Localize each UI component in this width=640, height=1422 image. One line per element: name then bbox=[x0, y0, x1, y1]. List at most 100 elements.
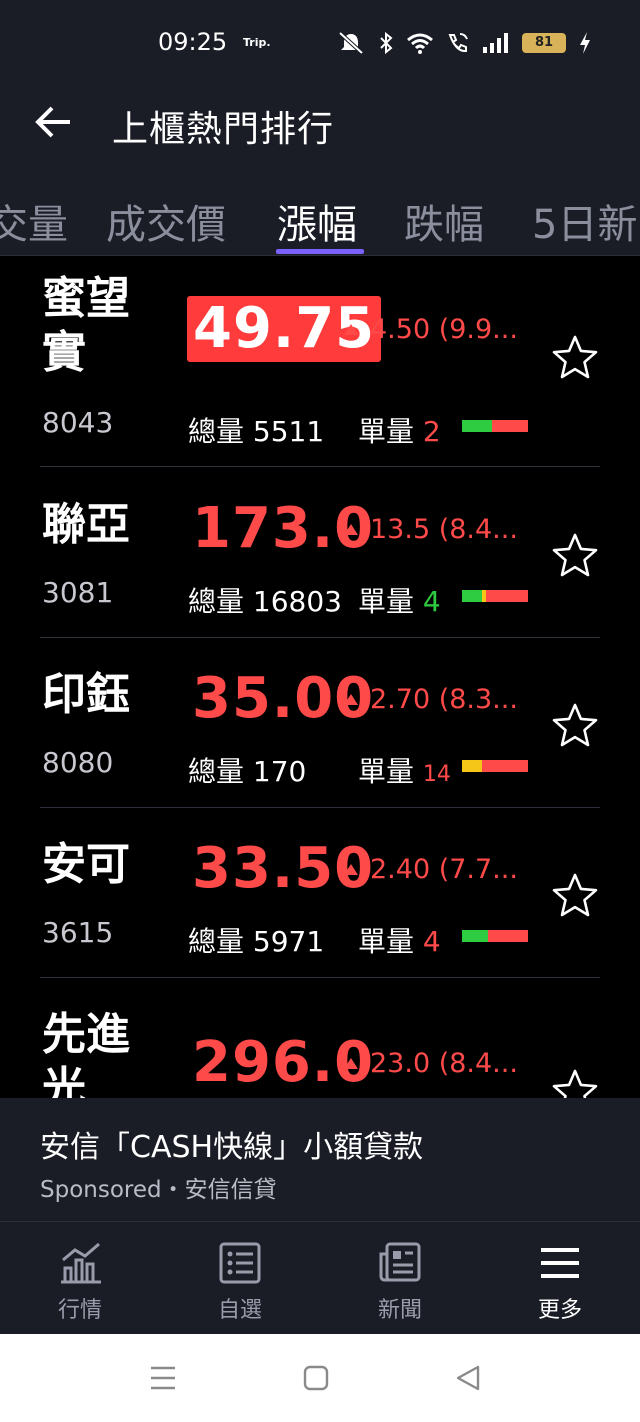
nav-watchlist[interactable]: 自選 bbox=[190, 1240, 290, 1324]
star-icon[interactable] bbox=[552, 702, 598, 748]
volume-field: 總量 170 bbox=[188, 750, 306, 790]
stock-code: 3615 bbox=[42, 916, 114, 949]
page-title: 上櫃熱門排行 bbox=[112, 109, 335, 150]
star-icon[interactable] bbox=[552, 532, 598, 578]
news-icon bbox=[379, 1242, 421, 1282]
volume-field: 總量 16803 bbox=[188, 580, 342, 620]
bar-segment bbox=[462, 760, 482, 772]
stock-row[interactable]: 聯亞 3081 173.0 13.5 (8.4... 總量 16803 單量 4 bbox=[0, 468, 640, 638]
bar-segment bbox=[462, 590, 482, 602]
lot-field: 單量 4 bbox=[358, 580, 441, 620]
bar-segment bbox=[462, 930, 489, 942]
bar-segment bbox=[485, 590, 528, 602]
nav-label: 新聞 bbox=[377, 1298, 422, 1323]
nav-label: 行情 bbox=[57, 1298, 102, 1323]
lot-label: 單量 bbox=[358, 415, 415, 448]
star-icon[interactable] bbox=[552, 1068, 598, 1098]
bar-segment bbox=[481, 760, 528, 772]
stock-list[interactable]: 蜜望實 8043 49.75 4.50 (9.9... 總量 5511 單量 2… bbox=[0, 256, 640, 1098]
nav-label: 自選 bbox=[217, 1298, 262, 1323]
volume-field: 總量 5511 bbox=[188, 410, 324, 450]
volume-value: 16803 bbox=[252, 585, 342, 618]
bluetooth-icon bbox=[380, 31, 393, 55]
ad-title[interactable]: 安信「CASH快線」小額貸款 bbox=[40, 1122, 423, 1166]
volume-value: 5511 bbox=[252, 415, 325, 448]
stock-name: 印鈺 bbox=[42, 669, 130, 720]
bid-ask-bar bbox=[462, 590, 528, 602]
back-icon[interactable] bbox=[454, 1364, 482, 1392]
status-bar: 09:25 Trip. 81 bbox=[0, 0, 640, 86]
menu-icon bbox=[541, 1248, 579, 1278]
wifi-call-icon bbox=[448, 33, 468, 53]
lot-value: 14 bbox=[422, 762, 451, 787]
wifi-icon bbox=[407, 33, 433, 54]
up-arrow-icon bbox=[344, 324, 358, 335]
back-arrow-icon[interactable] bbox=[34, 104, 74, 140]
bar-segment bbox=[488, 930, 528, 942]
lot-field: 單量 4 bbox=[358, 920, 441, 960]
up-arrow-icon bbox=[344, 694, 358, 705]
active-tab-indicator bbox=[276, 249, 364, 254]
stock-name: 先進光 bbox=[42, 1009, 130, 1098]
home-icon[interactable] bbox=[302, 1364, 330, 1392]
lot-label: 單量 bbox=[358, 755, 415, 788]
row-divider bbox=[40, 466, 600, 467]
up-arrow-icon bbox=[344, 864, 358, 875]
bottom-nav: 行情 自選 新聞 更多 bbox=[0, 1222, 640, 1334]
tab-loss[interactable]: 跌幅 bbox=[404, 192, 484, 250]
stock-code: 8043 bbox=[42, 406, 114, 439]
signal-icon bbox=[483, 33, 508, 53]
app-bar: 上櫃熱門排行 bbox=[0, 86, 640, 158]
lot-value: 4 bbox=[422, 925, 441, 958]
bid-ask-bar bbox=[462, 420, 528, 432]
lot-field: 單量 2 bbox=[358, 410, 441, 450]
nav-news[interactable]: 新聞 bbox=[350, 1240, 450, 1324]
up-arrow-icon bbox=[344, 524, 358, 535]
volume-label: 總量 bbox=[188, 925, 245, 958]
status-time: 09:25 bbox=[158, 28, 228, 56]
nav-market[interactable]: 行情 bbox=[30, 1240, 130, 1324]
stock-code: 8080 bbox=[42, 746, 114, 779]
lot-field: 單量 14 bbox=[358, 750, 451, 790]
stock-name: 安可 bbox=[42, 839, 130, 890]
stock-change: 2.70 (8.3... bbox=[370, 684, 518, 715]
tab-gain[interactable]: 漲幅 bbox=[277, 192, 357, 250]
stock-row[interactable]: 印鈺 8080 35.00 2.70 (8.3... 總量 170 單量 14 bbox=[0, 638, 640, 808]
system-nav-bar bbox=[0, 1334, 640, 1422]
bar-segment bbox=[491, 420, 528, 432]
up-arrow-icon bbox=[344, 1058, 358, 1069]
stock-row[interactable]: 蜜望實 8043 49.75 4.50 (9.9... 總量 5511 單量 2 bbox=[0, 256, 640, 448]
stock-name: 蜜望實 bbox=[42, 273, 130, 378]
star-icon[interactable] bbox=[552, 334, 598, 380]
nav-label: 更多 bbox=[537, 1298, 582, 1323]
lot-value: 4 bbox=[422, 585, 441, 618]
stock-change: 13.5 (8.4... bbox=[370, 514, 518, 545]
status-icons: 81 bbox=[336, 30, 592, 56]
tab-volume[interactable]: 交量 bbox=[0, 192, 68, 250]
mute-icon bbox=[338, 31, 364, 55]
ad-sponsor: Sponsored・安信信貸 bbox=[40, 1177, 277, 1203]
volume-value: 5971 bbox=[252, 925, 325, 958]
recent-apps-icon[interactable] bbox=[148, 1364, 178, 1392]
tab-price[interactable]: 成交價 bbox=[106, 192, 226, 250]
bid-ask-bar bbox=[462, 930, 528, 942]
ranking-tabs: 交量 成交價 漲幅 跌幅 5日新 bbox=[0, 158, 640, 256]
trip-label: Trip. bbox=[243, 36, 271, 49]
battery-icon: 81 bbox=[522, 33, 566, 53]
tab-5day-new[interactable]: 5日新 bbox=[532, 192, 637, 250]
sponsored-ad[interactable]: 安信「CASH快線」小額貸款 Sponsored・安信信貸 bbox=[0, 1098, 640, 1222]
stock-row[interactable]: 安可 3615 33.50 2.40 (7.7... 總量 5971 單量 4 bbox=[0, 808, 640, 978]
volume-field: 總量 5971 bbox=[188, 920, 324, 960]
volume-label: 總量 bbox=[188, 585, 245, 618]
bar-segment bbox=[462, 420, 492, 432]
lot-label: 單量 bbox=[358, 585, 415, 618]
stock-row[interactable]: 先進光 296.0 23.0 (8.4... bbox=[0, 978, 640, 1098]
chart-icon bbox=[61, 1242, 101, 1284]
nav-more[interactable]: 更多 bbox=[510, 1240, 610, 1324]
volume-label: 總量 bbox=[188, 415, 245, 448]
stock-code: 3081 bbox=[42, 576, 114, 609]
lot-value: 2 bbox=[422, 415, 441, 448]
stock-change: 2.40 (7.7... bbox=[370, 854, 518, 885]
bid-ask-bar bbox=[462, 760, 528, 772]
star-icon[interactable] bbox=[552, 872, 598, 918]
